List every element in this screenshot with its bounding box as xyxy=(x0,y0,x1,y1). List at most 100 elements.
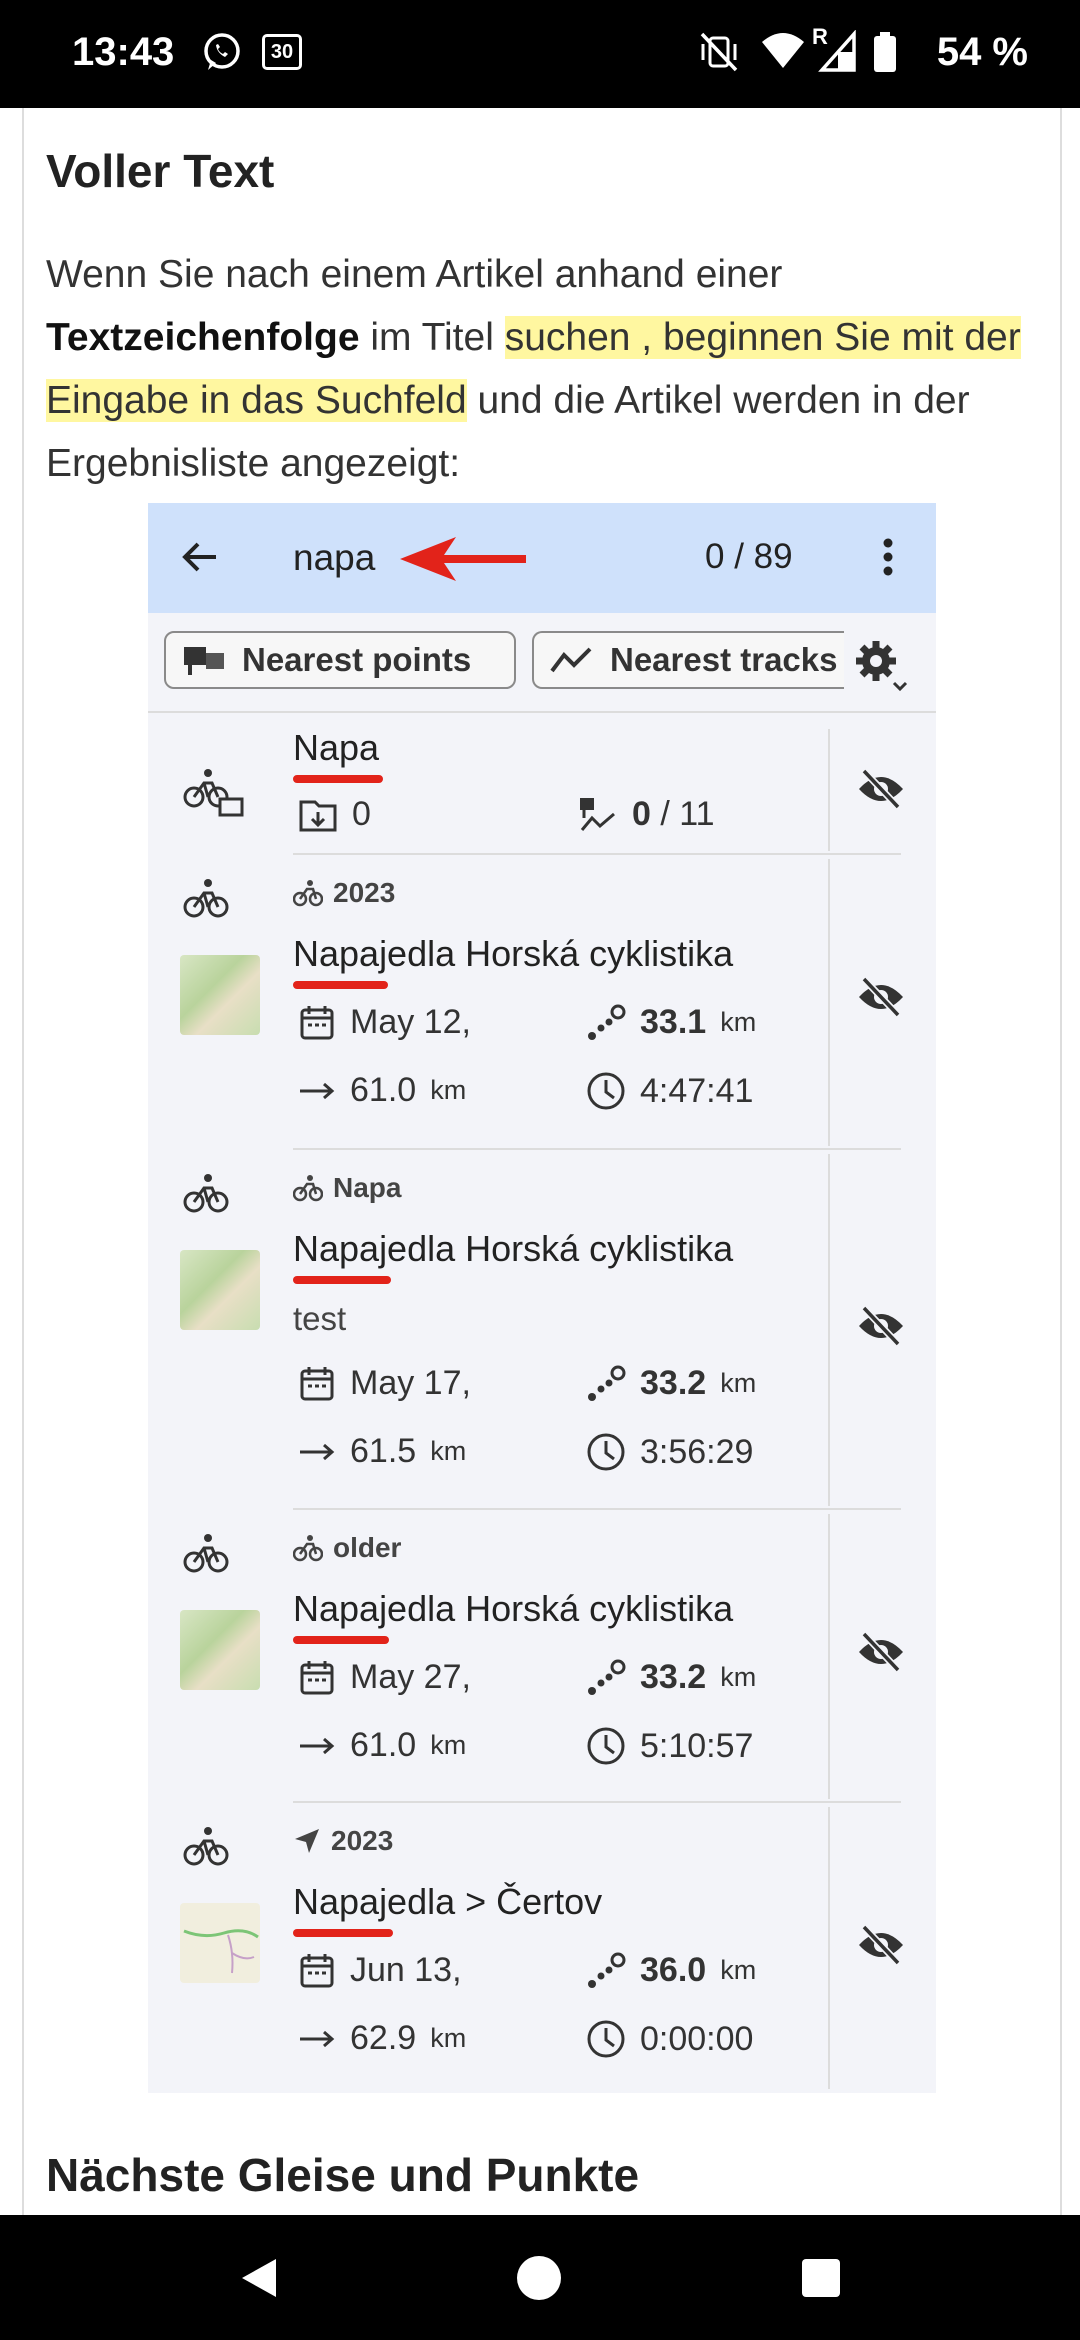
paragraph-bold-text: Textzeichenfolge xyxy=(46,316,360,359)
track-list-item: 2023 Napajedla > Čertov Jun 13, 36.0 km 6… xyxy=(148,1803,936,2093)
folder-items-count: 0 xyxy=(298,795,371,834)
cellular-signal-icon xyxy=(818,30,856,72)
tracks-visible-value: 0 xyxy=(632,795,651,833)
category-label: Napa xyxy=(333,1172,402,1203)
track-trend-icon xyxy=(550,647,592,673)
track-date: Jun 13, xyxy=(298,1951,462,1990)
length-unit: km xyxy=(430,1730,467,1760)
track-category: 2023 xyxy=(293,1825,393,1857)
section-heading-next: Nächste Gleise und Punkte xyxy=(46,2149,640,2201)
folder-tracks-count: 0 / 11 xyxy=(578,795,715,834)
bike-activity-icon xyxy=(183,1827,229,1866)
bike-activity-icon xyxy=(183,1534,229,1573)
track-distance: 36.0 km xyxy=(586,1951,756,1990)
recents-nav-icon[interactable] xyxy=(800,2257,842,2299)
duration-value: 5:10:57 xyxy=(640,1726,754,1765)
chip-label: Nearest tracks xyxy=(610,641,838,678)
duration-value: 3:56:29 xyxy=(640,1432,754,1471)
chip-label: Nearest points xyxy=(242,641,472,678)
track-distance: 33.2 km xyxy=(586,1658,756,1697)
track-duration: 4:47:41 xyxy=(586,1071,753,1111)
track-list-item: older Napajedla Horská cyklistika May 27… xyxy=(148,1510,936,1803)
bike-category-icon xyxy=(293,1535,323,1562)
category-label: 2023 xyxy=(333,877,396,908)
bike-folder-icon xyxy=(183,769,244,817)
visibility-off-icon[interactable] xyxy=(856,767,906,811)
duration-value: 0:00:00 xyxy=(640,2019,754,2058)
clock-icon xyxy=(587,2020,625,2058)
whatsapp-icon xyxy=(204,33,240,70)
track-list-item: 2023 Napajedla Horská cyklistika May 12,… xyxy=(148,855,936,1150)
distance-value: 33.2 xyxy=(640,1364,707,1402)
distance-value: 33.1 xyxy=(640,1003,707,1041)
track-duration: 0:00:00 xyxy=(586,2019,753,2059)
vertical-divider xyxy=(828,1807,830,2089)
track-date: May 17, xyxy=(298,1364,471,1403)
clock-icon xyxy=(587,1433,625,1471)
folder-download-icon xyxy=(299,800,337,831)
status-time: 13:43 xyxy=(72,30,175,74)
track-title: Napajedla Horská cyklistika xyxy=(293,1588,734,1629)
track-date: May 27, xyxy=(298,1658,471,1697)
paragraph-text: im Titel xyxy=(359,316,505,359)
distance-unit: km xyxy=(720,1662,757,1692)
match-underline xyxy=(293,1636,389,1644)
visibility-off-icon[interactable] xyxy=(856,1923,906,1967)
date-value: Jun 13, xyxy=(350,1951,462,1989)
vertical-divider xyxy=(828,729,830,851)
vertical-divider xyxy=(828,1154,830,1506)
track-list-item: Napa Napajedla Horská cyklistika test Ma… xyxy=(148,1150,936,1510)
duration-value: 4:47:41 xyxy=(640,1071,754,1110)
calendar-icon: 30 xyxy=(262,34,302,70)
track-description: test xyxy=(293,1300,347,1337)
route-distance-icon xyxy=(588,1365,626,1401)
status-bar: 13:43 30 R 54 % xyxy=(0,0,1080,108)
track-length: 61.0 km xyxy=(298,1726,466,1765)
distance-value: 33.2 xyxy=(640,1658,707,1696)
route-distance-icon xyxy=(588,1004,626,1040)
track-map-thumbnail xyxy=(180,1903,260,1983)
back-nav-icon[interactable] xyxy=(236,2255,282,2301)
navigation-arrow-icon xyxy=(295,1829,319,1853)
arrow-right-icon xyxy=(300,1737,335,1754)
track-distance: 33.1 km xyxy=(586,1003,756,1042)
battery-percentage: 54 % xyxy=(936,30,1028,74)
app-screenshot-image: napa 0 / 89 Nearest points Nearest track… xyxy=(148,503,936,2093)
clock-icon xyxy=(587,1727,625,1765)
track-map-thumbnail xyxy=(180,1610,260,1690)
track-category: Napa xyxy=(293,1172,401,1204)
visibility-off-icon[interactable] xyxy=(856,1304,906,1348)
distance-value: 36.0 xyxy=(640,1951,707,1989)
vertical-divider xyxy=(828,859,830,1146)
navigation-bar xyxy=(0,2215,1080,2340)
wifi-icon xyxy=(762,33,804,68)
bike-category-icon xyxy=(293,880,323,907)
visibility-off-icon[interactable] xyxy=(856,1630,906,1674)
distance-unit: km xyxy=(720,1007,757,1037)
length-unit: km xyxy=(430,2023,467,2053)
vibrate-off-icon xyxy=(700,32,738,72)
track-map-thumbnail xyxy=(180,1250,260,1330)
arrow-right-icon xyxy=(300,1443,335,1460)
bike-activity-icon xyxy=(183,1174,229,1213)
settings-gear-icon xyxy=(856,641,908,692)
folder-count-value: 0 xyxy=(352,795,371,833)
home-nav-icon[interactable] xyxy=(516,2255,562,2301)
length-value: 62.9 xyxy=(350,2019,417,2057)
track-title: Napajedla Horská cyklistika xyxy=(293,1228,734,1269)
clock-icon xyxy=(587,1072,625,1110)
calendar-icon xyxy=(300,1660,334,1694)
article-page: Voller Text Wenn Sie nach einem Artikel … xyxy=(22,108,1062,2215)
track-title: Napajedla > Čertov xyxy=(293,1881,603,1922)
track-length: 61.0 km xyxy=(298,1071,466,1110)
vertical-divider xyxy=(828,1514,830,1799)
result-count: 0 / 89 xyxy=(705,537,793,576)
bike-activity-icon xyxy=(183,879,229,918)
visibility-off-icon[interactable] xyxy=(856,975,906,1019)
back-arrow-icon xyxy=(182,542,216,572)
points-flag-icon xyxy=(184,647,224,675)
route-distance-icon xyxy=(588,1659,626,1695)
match-underline xyxy=(293,775,383,783)
list-item-folder: Napa 0 0 / 11 xyxy=(148,725,936,855)
distance-unit: km xyxy=(720,1955,757,1985)
